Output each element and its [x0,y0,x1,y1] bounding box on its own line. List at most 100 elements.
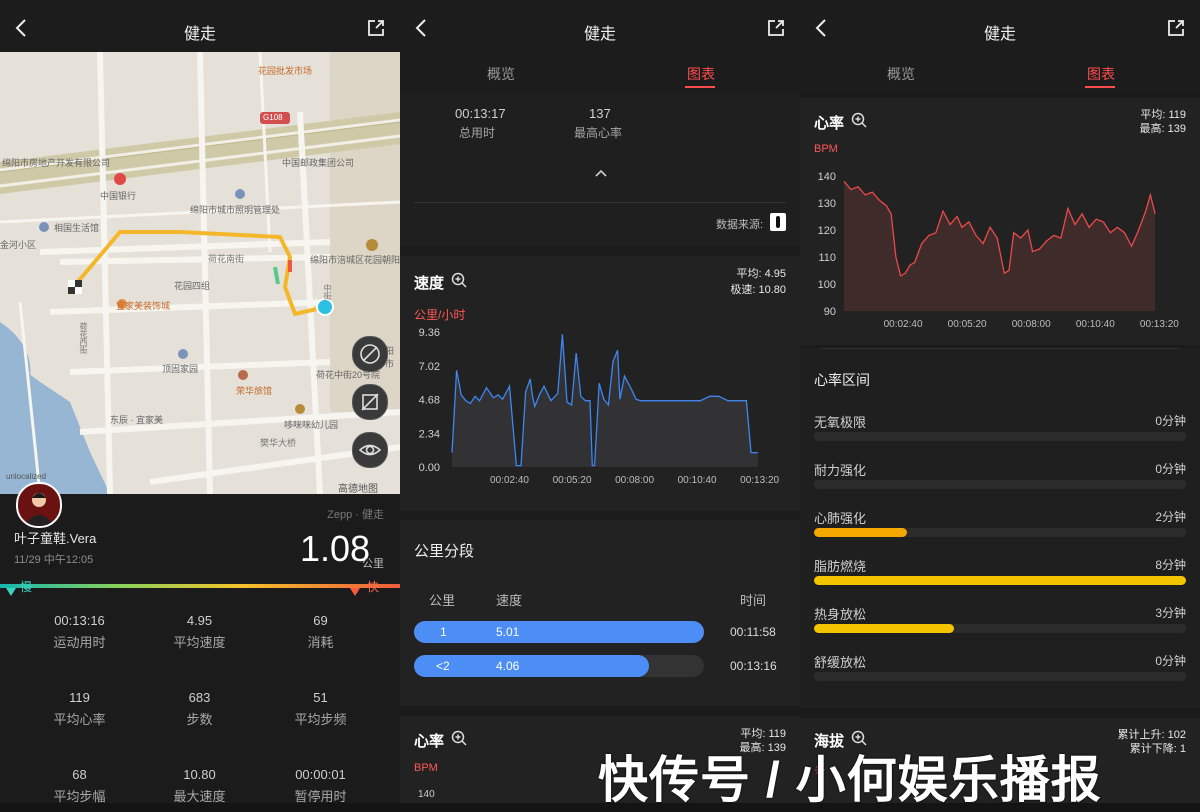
page-title: 健走 [183,26,216,43]
total-time: 00:13:17 [455,106,506,121]
split-bar-fill [414,621,704,643]
map-label-hehua-south: 荷花南街 [208,254,245,264]
fast-label: 快 [367,580,380,594]
stat-calories: 69 消耗 [307,613,334,650]
speed-line-chart[interactable]: 9.36 7.02 4.68 2.34 0.00 00:02:40 00:05:20 00:0… [400,320,800,510]
fast-marker-icon [350,588,360,596]
data-source-label: 数据来源: [716,219,764,231]
zone-name: 心肺强化 [814,511,867,526]
source-label: Zepp · 健走 [327,509,384,521]
tab-overview[interactable]: 概览 [887,64,915,84]
speed-avg: 平均: 4.95 [736,268,786,280]
watch-icon [770,213,786,231]
km-split-title: 公里分段 [414,543,475,560]
tab-charts[interactable]: 图表 [1087,64,1115,84]
share-icon[interactable] [1166,18,1186,38]
map-label-court: 绵阳市涪城区花园朝阳 [310,255,400,265]
hr-line-chart[interactable]: 140 130 120 110 100 90 00:02:40 00:05:20 00:08:0… [800,164,1200,344]
zone-duration: 0分钟 [1155,654,1186,668]
bpm-label: BPM [414,762,438,774]
zone-duration: 8分钟 [1155,558,1186,572]
y-tick-label: 130 [818,198,836,210]
split-speed: 5.01 [496,625,520,639]
zone-name: 脂肪燃烧 [814,559,867,574]
active-tab-indicator [1085,86,1115,88]
share-icon[interactable] [766,18,786,38]
map-label-jinhe: 金河小区 [0,240,37,250]
tab-charts[interactable]: 图表 [687,64,715,84]
x-tick-label: 00:10:40 [678,475,717,486]
x-tick-label: 00:05:20 [553,475,592,486]
split-speed: 4.06 [496,659,520,673]
col-speed: 速度 [496,593,523,608]
map-label-lighting: 绵阳市城市照明管理处 [190,205,281,215]
collapse-chevron-icon[interactable] [594,168,608,178]
split-time: 00:11:58 [730,625,776,639]
zoom-icon[interactable] [451,272,467,288]
split-km: 1 [440,625,447,639]
y-tick-label: 90 [824,306,836,318]
series-area [844,181,1156,311]
avatar[interactable] [16,482,62,528]
tab-overview[interactable]: 概览 [487,64,515,84]
map-label-bridge: 樊华大桥 [260,438,297,448]
zone-duration: 0分钟 [1155,462,1186,476]
hr-title: 心率 [814,115,845,132]
zoom-icon[interactable] [851,112,867,128]
speed-title: 速度 [414,275,445,292]
split-row-bar [414,655,704,677]
tab-bar: 概览 图表 [800,56,1200,94]
split-row-bar [414,621,704,643]
zoom-icon[interactable] [451,730,467,746]
stat-duration: 00:13:16 运动用时 [53,613,106,650]
stat-pause-time: 00:00:01 暂停用时 [294,767,347,803]
map-label-realestate: 绵阳市房地产开发有限公司 [2,158,111,168]
workout-summary-screen: 健走 花园批发市场 G108 绵阳市房地产开发有限公司 中国邮政集团公司 中国银… [0,0,400,803]
zone-duration: 0分钟 [1155,414,1186,428]
map-label-postal: 中国邮政集团公司 [282,158,355,168]
eye-icon[interactable] [352,432,388,468]
map-label-kindergarten: 哆咪咪幼儿园 [284,420,339,430]
x-tick-label: 00:10:40 [1076,319,1115,330]
y-tick-label: 9.36 [419,327,440,339]
y-tick-label: 7.02 [419,361,440,373]
active-tab-indicator [685,86,715,88]
stat-steps: 683 步数 [186,690,213,727]
zone-bar [814,528,1186,537]
hr-zones-card: 心率区间 无氧极限 0分钟 耐力强化 0分钟 心肺强化 2分钟 脂肪燃烧 8分钟 热身放松 3分钟… [800,348,1200,708]
share-icon[interactable] [366,18,386,38]
map-label-unlocalized: unlocalized [6,472,47,481]
hide-route-icon[interactable] [352,336,388,372]
bpm-label: BPM [814,143,838,155]
page-title: 健走 [583,26,616,43]
y-tick-label: 120 [818,225,836,237]
distance-unit: 公里 [362,558,384,570]
map-label-bank: 中国银行 [100,191,137,201]
y-tick-label: 100 [818,279,836,291]
summary-card: 00:13:17 总用时 137 最高心率 数据来源: [400,94,800,246]
map-label-road: G108 [263,113,283,122]
map-label-garden4: 花园四组 [174,281,211,291]
x-tick-label: 00:02:40 [490,475,529,486]
charts-screen-speed: 健走 概览 图表 00:13:17 总用时 137 最高心率 数据来源: 速度 … [400,0,800,803]
x-tick-label: 00:13:20 [1140,319,1179,330]
y-tick-label: 0.00 [419,462,440,474]
charts-screen-heart-rate: 健走 概览 图表 心率 平均: 119 最高: 139 BPM 140 130 12… [800,0,1200,803]
watermark: 快传号 / 小何娱乐播报 [598,752,1102,808]
altitude-down: 累计下降: 1 [1129,743,1186,755]
top-bar: 健走 [400,0,800,56]
y-tick-label: 140 [818,171,836,183]
map-label-yijia: 宜家美装饰城 [116,301,171,311]
zone-name: 耐力强化 [814,463,867,478]
stat-cadence: 51 平均步频 [294,690,347,727]
speed-max: 极速: 10.80 [730,284,786,296]
x-tick-label: 00:05:20 [948,319,987,330]
km-split-card: 公里分段 公里 速度 时间 1 5.01 00:11:58 <2 4.06 00… [400,520,800,706]
zone-duration: 2分钟 [1155,510,1186,524]
x-tick-label: 00:08:00 [615,475,654,486]
zone-duration: 3分钟 [1155,606,1186,620]
zone-name: 无氧极限 [814,415,867,430]
hide-markers-icon[interactable] [352,384,388,420]
hr-first-tick: 140 [418,789,435,800]
route-map[interactable]: 花园批发市场 G108 绵阳市房地产开发有限公司 中国邮政集团公司 中国银行 绵… [0,52,400,494]
